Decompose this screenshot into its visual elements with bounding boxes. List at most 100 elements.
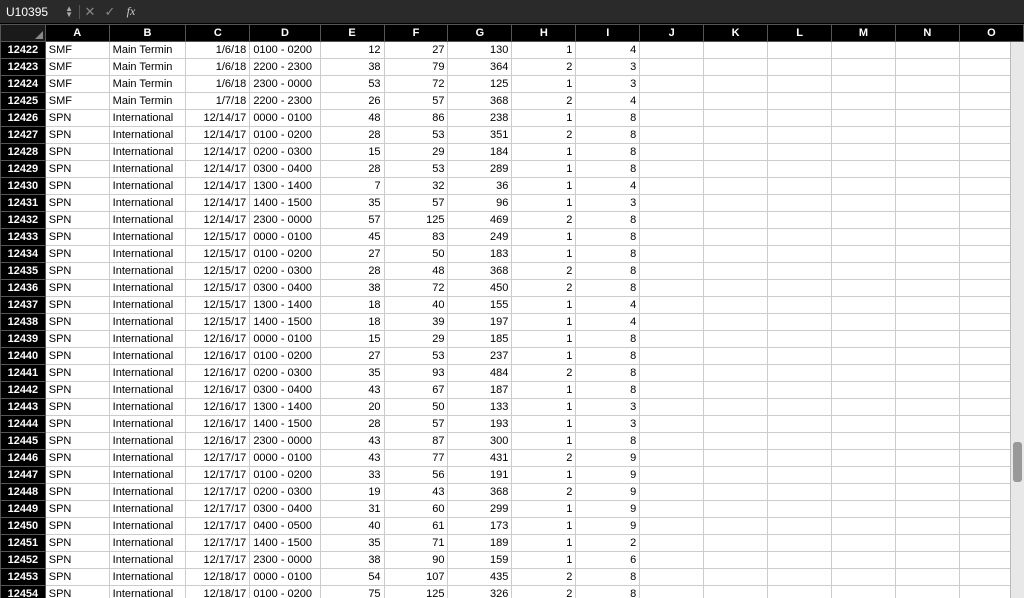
cell[interactable]: 2	[512, 450, 576, 467]
vertical-scrollbar[interactable]	[1010, 42, 1024, 598]
cell[interactable]	[704, 314, 768, 331]
row-header[interactable]: 12440	[1, 348, 46, 365]
cell[interactable]	[704, 416, 768, 433]
cell[interactable]: 12/14/17	[186, 178, 250, 195]
cell[interactable]: International	[109, 518, 186, 535]
cell[interactable]: 368	[448, 263, 512, 280]
cell[interactable]: 57	[384, 416, 448, 433]
cell[interactable]: 173	[448, 518, 512, 535]
cell[interactable]: 1	[512, 535, 576, 552]
cell[interactable]: 12/16/17	[186, 348, 250, 365]
cell[interactable]: 300	[448, 433, 512, 450]
cell[interactable]	[832, 110, 896, 127]
cell[interactable]: 184	[448, 144, 512, 161]
cell[interactable]: 39	[384, 314, 448, 331]
cell[interactable]	[895, 348, 959, 365]
cell[interactable]: 12/15/17	[186, 314, 250, 331]
cell[interactable]: 189	[448, 535, 512, 552]
row-header[interactable]: 12425	[1, 93, 46, 110]
cell[interactable]: 0100 - 0200	[250, 127, 320, 144]
cell[interactable]	[768, 42, 832, 59]
cell[interactable]: 183	[448, 246, 512, 263]
cell[interactable]: Main Termin	[109, 93, 186, 110]
fx-label[interactable]: fx	[120, 4, 142, 19]
cell[interactable]: 32	[384, 178, 448, 195]
cell[interactable]: International	[109, 297, 186, 314]
cell[interactable]: 12/14/17	[186, 127, 250, 144]
cell[interactable]: 155	[448, 297, 512, 314]
cell[interactable]: SPN	[45, 144, 109, 161]
cell[interactable]: 0000 - 0100	[250, 229, 320, 246]
cell[interactable]	[768, 348, 832, 365]
cell[interactable]: 12/14/17	[186, 144, 250, 161]
cell[interactable]: 8	[576, 586, 640, 598]
cell[interactable]	[832, 195, 896, 212]
cell[interactable]: International	[109, 586, 186, 598]
column-header-L[interactable]: L	[768, 25, 832, 42]
cell[interactable]: 0000 - 0100	[250, 331, 320, 348]
cell[interactable]	[832, 450, 896, 467]
cell[interactable]	[704, 246, 768, 263]
cell[interactable]: 57	[320, 212, 384, 229]
cell[interactable]: SPN	[45, 246, 109, 263]
cell[interactable]: 8	[576, 280, 640, 297]
cell[interactable]: 29	[384, 144, 448, 161]
cell[interactable]: 7	[320, 178, 384, 195]
cell[interactable]: 8	[576, 263, 640, 280]
cell[interactable]: SPN	[45, 382, 109, 399]
cell[interactable]: 8	[576, 127, 640, 144]
cell[interactable]	[895, 263, 959, 280]
cell[interactable]: 1	[512, 161, 576, 178]
cell[interactable]: 29	[384, 331, 448, 348]
cell[interactable]: 43	[384, 484, 448, 501]
cell[interactable]: 31	[320, 501, 384, 518]
cell[interactable]: 38	[320, 552, 384, 569]
cell[interactable]: 368	[448, 484, 512, 501]
cell[interactable]: 3	[576, 59, 640, 76]
cell[interactable]: 484	[448, 365, 512, 382]
cell[interactable]: 18	[320, 297, 384, 314]
cell[interactable]: Main Termin	[109, 59, 186, 76]
cell[interactable]: 35	[320, 535, 384, 552]
cell[interactable]: 2200 - 2300	[250, 59, 320, 76]
cell[interactable]: 1400 - 1500	[250, 535, 320, 552]
cell[interactable]: 20	[320, 399, 384, 416]
cell[interactable]	[768, 314, 832, 331]
cell[interactable]	[704, 59, 768, 76]
cell[interactable]: 12/16/17	[186, 416, 250, 433]
cell[interactable]	[895, 501, 959, 518]
cell[interactable]: SPN	[45, 161, 109, 178]
cell[interactable]	[704, 212, 768, 229]
cell[interactable]	[768, 93, 832, 110]
cell[interactable]: 43	[320, 433, 384, 450]
cell[interactable]	[704, 365, 768, 382]
cell[interactable]: International	[109, 569, 186, 586]
cell[interactable]: 77	[384, 450, 448, 467]
cell[interactable]	[768, 280, 832, 297]
cell[interactable]	[895, 178, 959, 195]
cell[interactable]: 431	[448, 450, 512, 467]
cell[interactable]	[704, 399, 768, 416]
cell[interactable]: 35	[320, 195, 384, 212]
cell[interactable]: 12/17/17	[186, 518, 250, 535]
cell[interactable]: 27	[320, 348, 384, 365]
cell[interactable]: 12/15/17	[186, 229, 250, 246]
column-header-K[interactable]: K	[704, 25, 768, 42]
row-header[interactable]: 12445	[1, 433, 46, 450]
cell[interactable]: 12/14/17	[186, 110, 250, 127]
column-header-A[interactable]: A	[45, 25, 109, 42]
cell[interactable]: 8	[576, 433, 640, 450]
cell[interactable]	[704, 552, 768, 569]
cell[interactable]	[832, 467, 896, 484]
name-box-stepper[interactable]: ▲ ▼	[65, 6, 73, 18]
cell[interactable]: International	[109, 535, 186, 552]
cell[interactable]: 43	[320, 450, 384, 467]
cell[interactable]: 12/18/17	[186, 569, 250, 586]
cell[interactable]: 1400 - 1500	[250, 195, 320, 212]
accept-formula-button[interactable]: ✓	[100, 4, 120, 20]
cell[interactable]: 72	[384, 76, 448, 93]
cell[interactable]: International	[109, 161, 186, 178]
cell[interactable]: 237	[448, 348, 512, 365]
cell[interactable]: 8	[576, 382, 640, 399]
cell[interactable]	[704, 263, 768, 280]
